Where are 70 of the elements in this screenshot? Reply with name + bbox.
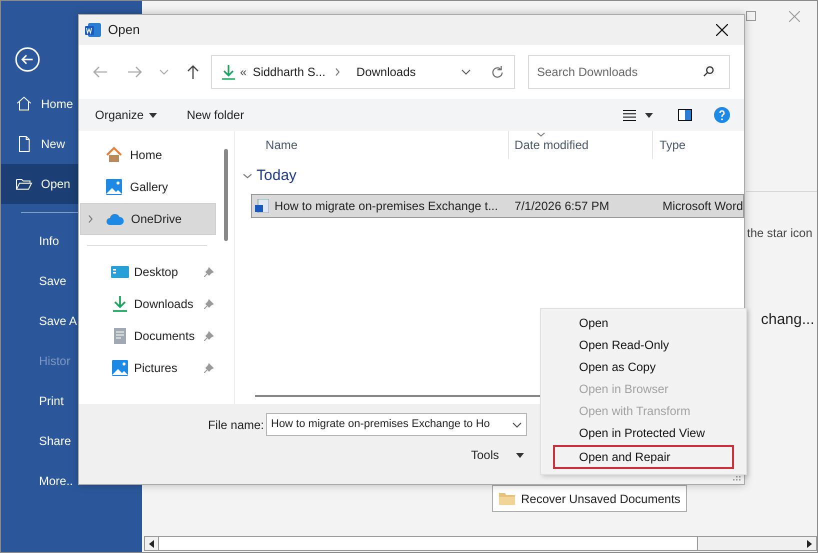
chevron-right-icon (88, 215, 92, 223)
help-icon[interactable] (714, 107, 730, 123)
menu-item[interactable]: Open (553, 312, 734, 334)
backstage-nav-item[interactable]: Share (1, 421, 142, 461)
preview-pane-icon[interactable] (678, 109, 692, 121)
caret-icon[interactable] (645, 112, 653, 118)
menu-item[interactable]: Open and Repair (553, 445, 734, 469)
back-arrow-icon[interactable] (93, 66, 107, 78)
address-bar[interactable]: « Siddharth S... Downloads (211, 55, 515, 89)
nav-pane-item[interactable]: Pictures (80, 352, 216, 384)
menu-item[interactable]: Open as Copy (553, 356, 734, 378)
download-icon (111, 295, 129, 313)
maximize-icon[interactable] (746, 11, 756, 21)
refresh-icon[interactable] (491, 66, 504, 78)
picture-icon (105, 178, 123, 196)
back-icon[interactable] (15, 47, 40, 72)
tools-button[interactable]: Tools (471, 445, 524, 465)
pin-icon[interactable] (204, 363, 214, 373)
new-folder-button[interactable]: New folder (186, 106, 244, 124)
group-header[interactable]: Today (242, 165, 297, 188)
nav-pane-item[interactable]: OneDrive (80, 203, 216, 235)
house-icon (105, 146, 123, 164)
caret-icon (516, 452, 524, 458)
scroll-thumb[interactable] (224, 149, 228, 241)
pin-icon[interactable] (204, 331, 214, 341)
pin-icon[interactable] (204, 267, 214, 277)
breadcrumb-overflow[interactable]: « (240, 63, 247, 81)
picture-icon (111, 359, 129, 377)
column-header[interactable]: Name (234, 131, 508, 159)
breadcrumb[interactable]: Siddharth S... (252, 63, 326, 81)
caret-icon (148, 112, 157, 118)
download-icon (222, 64, 235, 80)
file-name-field[interactable]: How to migrate on-premises Exchange to Ho (266, 413, 527, 436)
close-icon[interactable] (716, 24, 728, 36)
breadcrumb[interactable]: Downloads (356, 63, 416, 81)
folder-icon (499, 492, 515, 505)
up-arrow-icon[interactable] (187, 65, 199, 79)
nav-pane-item[interactable]: Downloads (80, 288, 216, 320)
recent-document-title[interactable]: chang... (761, 309, 814, 332)
chevron-down-icon (536, 132, 545, 137)
menu-item[interactable]: Open in Protected View (553, 422, 734, 444)
forward-arrow-icon[interactable] (128, 66, 142, 78)
chevron-right-icon[interactable] (335, 68, 340, 76)
word-file-icon (254, 198, 269, 212)
dialog-title: Open (108, 21, 140, 40)
column-header[interactable]: Date modified (508, 131, 652, 159)
nav-pane-item[interactable]: Documents (80, 320, 216, 352)
search-icon[interactable] (703, 66, 714, 77)
chevron-down-icon[interactable] (512, 422, 522, 428)
file-row[interactable]: How to migrate on-premises Exchange t... 7/1/2026 6:57 PM Microsoft Word (250, 194, 744, 218)
horizontal-scrollbar[interactable] (144, 536, 817, 551)
search-field[interactable]: Search Downloads (528, 55, 730, 89)
list-view-icon[interactable] (623, 110, 636, 120)
column-header[interactable]: Type (652, 131, 744, 159)
organize-button[interactable]: Organize (95, 106, 157, 124)
file-name-label: File name: (208, 417, 264, 434)
word-icon (85, 22, 101, 38)
backstage-nav-item[interactable]: More.. (1, 461, 142, 501)
menu-item[interactable]: Open Read-Only (553, 334, 734, 356)
recover-unsaved-button[interactable]: Recover Unsaved Documents (492, 485, 688, 512)
monitor-icon (111, 263, 129, 281)
chevron-down-icon[interactable] (461, 69, 471, 75)
chevron-down-icon (242, 173, 252, 180)
scroll-thumb[interactable] (158, 537, 698, 550)
nav-pane-item[interactable]: Desktop (80, 256, 216, 288)
hint-text: the star icon (747, 225, 812, 242)
pin-icon[interactable] (204, 299, 214, 309)
backstage-nav-item[interactable]: Print (1, 381, 142, 421)
house-icon (15, 95, 33, 113)
document-icon (111, 327, 129, 345)
